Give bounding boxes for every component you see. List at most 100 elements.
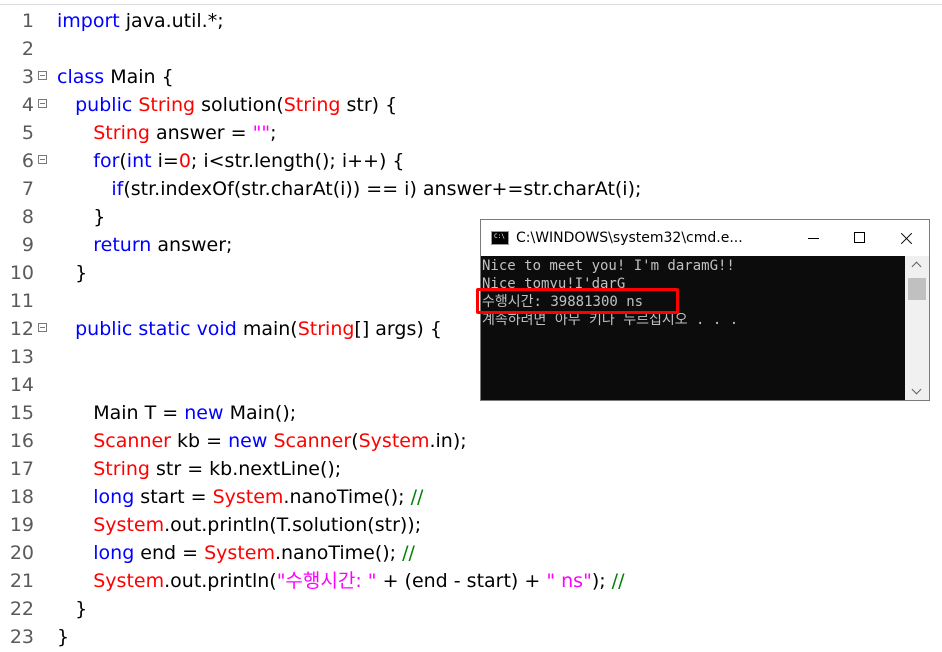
line-number: 7 (21, 178, 34, 200)
cmd-app-icon[interactable] (491, 231, 509, 245)
code-token: Main(); (223, 402, 297, 424)
code-token: import (57, 10, 120, 32)
code-text: System.out.println("수행시간: " + (end - sta… (57, 567, 624, 595)
code-token: "수행시간: " (276, 570, 377, 592)
code-token: answer; (151, 234, 233, 256)
code-token: void (196, 318, 237, 340)
code-token: // (611, 570, 625, 592)
scroll-thumb[interactable] (908, 278, 926, 300)
code-line[interactable]: 6 for(int i=0; i<str.length(); i++) { (0, 147, 942, 175)
line-number: 8 (21, 206, 34, 228)
line-number: 5 (21, 122, 34, 144)
code-line[interactable]: 1 import java.util.*; (0, 7, 942, 35)
code-line[interactable]: 16 Scanner kb = new Scanner(System.in); (0, 427, 942, 455)
line-number: 9 (21, 234, 34, 256)
line-number: 4 (21, 94, 34, 116)
code-text: long start = System.nanoTime(); // (57, 483, 423, 511)
code-token: } (57, 206, 106, 228)
code-token: // (402, 542, 415, 564)
code-token: System (212, 486, 284, 508)
line-number: 2 (21, 38, 34, 60)
code-token: String (93, 122, 150, 144)
code-token: class (57, 66, 105, 88)
console-output[interactable]: Nice to meet you! I'm daramG!! Nice tomy… (481, 256, 905, 400)
fold-toggle-icon[interactable] (38, 155, 47, 164)
code-text: Scanner kb = new Scanner(System.in); (57, 427, 467, 455)
code-text: String str = kb.nextLine(); (57, 455, 341, 483)
highlight-annotation-box (476, 288, 679, 314)
code-token: System (93, 570, 165, 592)
code-token: kb = (171, 430, 229, 452)
cmd-scrollbar[interactable] (905, 256, 929, 400)
code-text: } (57, 623, 69, 651)
close-icon[interactable] (883, 220, 929, 256)
code-token: .out.println(T.solution(str)); (164, 514, 422, 536)
code-token: .in); (429, 430, 467, 452)
code-token: String (138, 94, 196, 116)
code-token: java.util.*; (119, 10, 224, 32)
line-number: 18 (9, 486, 34, 508)
code-line[interactable]: 5 String answer = ""; (0, 119, 942, 147)
code-token: end = (134, 542, 205, 564)
code-text: } (57, 259, 87, 287)
code-token: long (93, 542, 135, 564)
code-line[interactable]: 18 long start = System.nanoTime(); // (0, 483, 942, 511)
code-line[interactable]: 7 if(str.indexOf(str.charAt(i)) == i) an… (0, 175, 942, 203)
line-number: 15 (9, 402, 34, 424)
code-text: long end = System.nanoTime(); // (57, 539, 415, 567)
line-number: 22 (9, 598, 34, 620)
line-number: 21 (9, 570, 34, 592)
code-token: // (410, 486, 424, 508)
code-text: return answer; (57, 231, 232, 259)
line-number: 6 (21, 150, 34, 172)
code-token: (str.indexOf(str.charAt(i)) == i) answer… (123, 178, 642, 200)
code-line[interactable]: 20 long end = System.nanoTime(); // (0, 539, 942, 567)
code-line[interactable]: 21 System.out.println("수행시간: " + (end - … (0, 567, 942, 595)
code-token: System (204, 542, 275, 564)
code-line[interactable]: 4 public String solution(String str) { (0, 91, 942, 119)
line-number: 17 (9, 458, 34, 480)
line-number: 11 (9, 290, 34, 312)
code-token: start = (134, 486, 213, 508)
line-number: 13 (9, 346, 34, 368)
maximize-icon[interactable] (837, 220, 883, 256)
code-token: if (111, 178, 124, 200)
fold-toggle-icon[interactable] (38, 99, 47, 108)
line-number: 14 (9, 374, 34, 396)
top-border (0, 0, 942, 5)
scroll-up-icon[interactable] (905, 256, 929, 273)
code-text: System.out.println(T.solution(str)); (57, 511, 421, 539)
code-token: int (126, 150, 152, 172)
scroll-down-icon[interactable] (905, 383, 929, 400)
code-token: static (138, 318, 191, 340)
code-line[interactable]: 22 } (0, 595, 942, 623)
cmd-titlebar[interactable]: C:\WINDOWS\system32\cmd.e... (481, 220, 929, 256)
code-text: public String solution(String str) { (57, 91, 397, 119)
code-line[interactable]: 19 System.out.println(T.solution(str)); (0, 511, 942, 539)
code-line[interactable]: 23} (0, 623, 942, 651)
fold-toggle-icon[interactable] (38, 71, 47, 80)
fold-toggle-icon[interactable] (38, 323, 47, 332)
code-text: Main T = new Main(); (57, 399, 296, 427)
code-line[interactable]: 15 Main T = new Main(); (0, 399, 942, 427)
line-number: 19 (9, 514, 34, 536)
code-text: import java.util.*; (57, 7, 224, 35)
code-line[interactable]: 3 class Main { (0, 63, 942, 91)
code-line[interactable]: 2 (0, 35, 942, 63)
code-token: String (93, 458, 150, 480)
code-token: " ns" (546, 570, 592, 592)
code-line[interactable]: 17 String str = kb.nextLine(); (0, 455, 942, 483)
code-text: if(str.indexOf(str.charAt(i)) == i) answ… (57, 175, 641, 203)
code-token: Scanner (93, 430, 171, 452)
minimize-icon[interactable] (791, 220, 837, 256)
code-token: 0 (178, 150, 191, 172)
code-token: ( (351, 430, 359, 452)
